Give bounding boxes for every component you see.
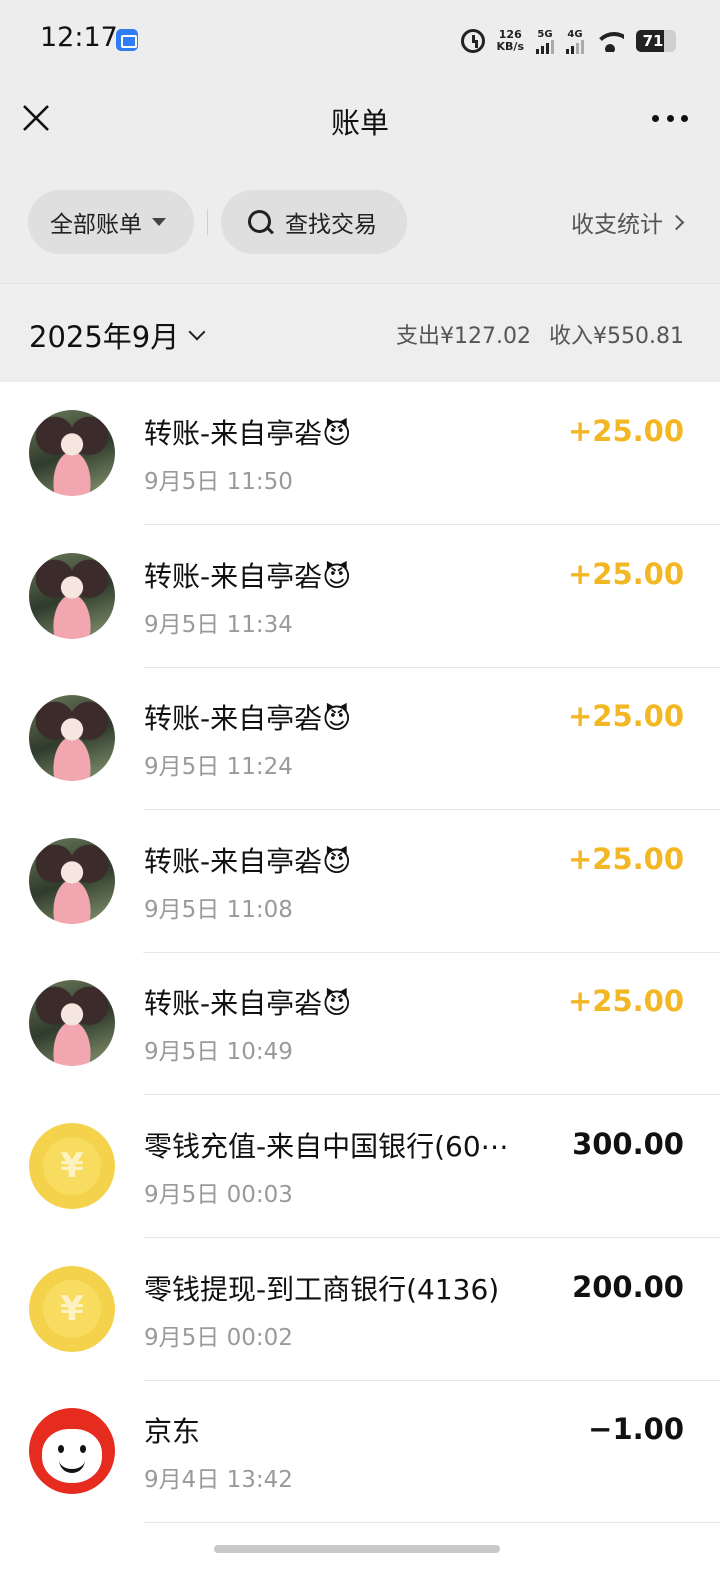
transaction-title: 转账-来自亭沯😈 xyxy=(144,987,352,1021)
transaction-row[interactable]: 转账-来自亭沯😈 9月5日 11:50 +25.00 xyxy=(0,382,720,525)
divider xyxy=(207,209,208,235)
transaction-title: 转账-来自亭沯😈 xyxy=(144,702,352,736)
avatar xyxy=(29,410,115,496)
transaction-row[interactable]: ¥ 零钱提现-到工商银行(4136) 9月5日 00:02 200.00 xyxy=(0,1238,720,1381)
avatar xyxy=(29,695,115,782)
search-transactions-button[interactable]: 查找交易 xyxy=(221,190,407,254)
transaction-row[interactable]: 转账-来自亭沯😈 9月5日 11:34 +25.00 xyxy=(0,525,720,668)
transaction-title: 零钱充值-来自中国银行(60⋯ xyxy=(144,1130,509,1163)
chevron-right-icon xyxy=(668,214,685,230)
transaction-amount: 200.00 xyxy=(572,1269,684,1304)
transaction-title: 零钱提现-到工商银行(4136) xyxy=(144,1272,500,1306)
transaction-row[interactable]: 京东 9月4日 13:42 −1.00 xyxy=(0,1380,720,1524)
transaction-title: 转账-来自亭沯😈 xyxy=(144,844,352,878)
income-expense-stats-link[interactable]: 收支统计 xyxy=(571,205,685,239)
transaction-amount: +25.00 xyxy=(567,841,684,876)
app-notification-icon xyxy=(116,29,138,51)
row-divider xyxy=(143,1522,720,1524)
transaction-amount: +25.00 xyxy=(567,984,684,1019)
battery-icon: 71 xyxy=(636,30,676,52)
chevron-down-icon xyxy=(188,323,206,341)
transaction-time: 9月5日 10:49 xyxy=(144,1039,293,1066)
yuan-coin-icon: ¥ xyxy=(29,1265,115,1352)
alarm-icon xyxy=(460,29,485,53)
transaction-amount: −1.00 xyxy=(588,1412,684,1447)
search-label: 查找交易 xyxy=(285,212,377,238)
yuan-coin-icon: ¥ xyxy=(29,1123,115,1209)
avatar xyxy=(29,552,115,639)
transaction-time: 9月5日 00:02 xyxy=(144,1324,293,1351)
transaction-title: 京东 xyxy=(144,1415,201,1449)
month-summary: 支出¥127.02 收入¥550.81 xyxy=(396,318,684,350)
transaction-time: 9月5日 11:24 xyxy=(144,754,293,781)
month-selector[interactable]: 2025年9月 xyxy=(29,314,206,356)
more-icon[interactable] xyxy=(652,115,688,123)
transaction-time: 9月5日 11:08 xyxy=(144,896,293,923)
expense-total: 支出¥127.02 xyxy=(396,324,532,349)
transaction-row[interactable]: 转账-来自亭沯😈 9月5日 11:24 +25.00 xyxy=(0,667,720,811)
avatar xyxy=(29,980,115,1067)
signal-5g-icon: 5G xyxy=(536,29,554,54)
status-time: 12:17 xyxy=(40,22,118,53)
month-label: 2025年9月 xyxy=(29,320,180,354)
transaction-amount: +25.00 xyxy=(567,699,684,734)
transaction-time: 9月4日 13:42 xyxy=(144,1467,293,1494)
caret-down-icon xyxy=(152,218,166,226)
transaction-amount: +25.00 xyxy=(567,556,684,591)
transaction-time: 9月5日 00:03 xyxy=(144,1182,293,1208)
transaction-row[interactable]: 转账-来自亭沯😈 9月5日 10:49 +25.00 xyxy=(0,952,720,1096)
transaction-list: 转账-来自亭沯😈 9月5日 11:50 +25.00 转账-来自亭沯😈 9月5日 11:… xyxy=(0,382,720,1584)
transaction-time: 9月5日 11:34 xyxy=(144,611,293,638)
transaction-time: 9月5日 11:50 xyxy=(144,469,293,495)
transaction-title: 转账-来自亭沯😈 xyxy=(144,417,352,450)
transaction-amount: +25.00 xyxy=(567,414,684,448)
network-speed: 126 KB/s xyxy=(496,28,524,53)
all-bills-label: 全部账单 xyxy=(50,212,142,238)
home-indicator[interactable] xyxy=(214,1545,500,1553)
wifi-icon xyxy=(596,30,624,52)
page-title: 账单 xyxy=(330,106,389,140)
avatar xyxy=(29,837,115,924)
transaction-row[interactable]: 转账-来自亭沯😈 9月5日 11:08 +25.00 xyxy=(0,810,720,953)
transaction-title: 转账-来自亭沯😈 xyxy=(144,559,352,593)
search-icon xyxy=(247,209,273,235)
transaction-amount: 300.00 xyxy=(572,1127,684,1161)
all-bills-filter[interactable]: 全部账单 xyxy=(28,190,194,254)
income-total: 收入¥550.81 xyxy=(549,324,684,349)
status-icons: 126 KB/s 5G 4G 71 xyxy=(460,26,676,56)
signal-4g-icon: 4G xyxy=(566,29,584,54)
stats-label: 收支统计 xyxy=(571,212,663,238)
status-bar: 12:17 126 KB/s 5G 4G 71 xyxy=(0,0,720,80)
transaction-row[interactable]: ¥ 零钱充值-来自中国银行(60⋯ 9月5日 00:03 300.00 xyxy=(0,1095,720,1238)
jd-logo-icon xyxy=(29,1408,115,1495)
